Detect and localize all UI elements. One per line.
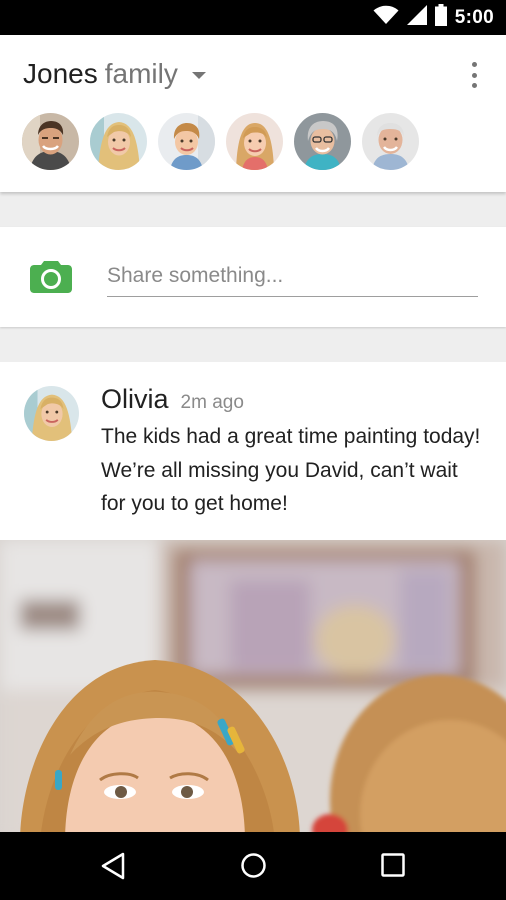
camera-icon[interactable] [30,261,72,298]
recents-icon[interactable] [381,853,405,882]
post-author-name[interactable]: Olivia [101,384,169,415]
cell-signal-icon [406,5,427,30]
status-bar: 5:00 [0,0,506,35]
clock: 5:00 [454,6,494,28]
share-card [0,227,506,327]
navigation-bar [0,832,506,900]
member-avatar-woman[interactable] [90,113,147,170]
group-header-card: Jones family [0,35,506,192]
member-avatar-grandmother[interactable] [294,113,351,170]
group-name: Jones [23,58,98,89]
wifi-icon [373,5,399,30]
dropdown-arrow-icon [191,71,206,79]
home-icon[interactable] [240,852,267,884]
group-suffix: family [104,58,178,89]
share-input[interactable] [107,255,478,297]
back-icon[interactable] [101,852,125,885]
member-avatar-boy[interactable] [158,113,215,170]
post-author-avatar[interactable] [24,386,79,441]
post-header: Olivia 2m ago [101,384,244,415]
member-avatar-man[interactable] [22,113,79,170]
member-avatar-girl[interactable] [226,113,283,170]
post-card: Olivia 2m ago The kids had a great time … [0,362,506,842]
battery-icon [434,4,447,31]
group-selector[interactable]: Jones family [23,57,206,91]
member-avatars [22,113,419,170]
post-timestamp: 2m ago [180,392,244,413]
post-photo[interactable] [0,540,506,842]
app-screen: 5:00 Jones family Share something... Oli… [0,0,506,900]
more-options-icon[interactable] [466,62,482,88]
post-text: The kids had a great time painting today… [101,425,481,515]
member-avatar-grandfather[interactable] [362,113,419,170]
